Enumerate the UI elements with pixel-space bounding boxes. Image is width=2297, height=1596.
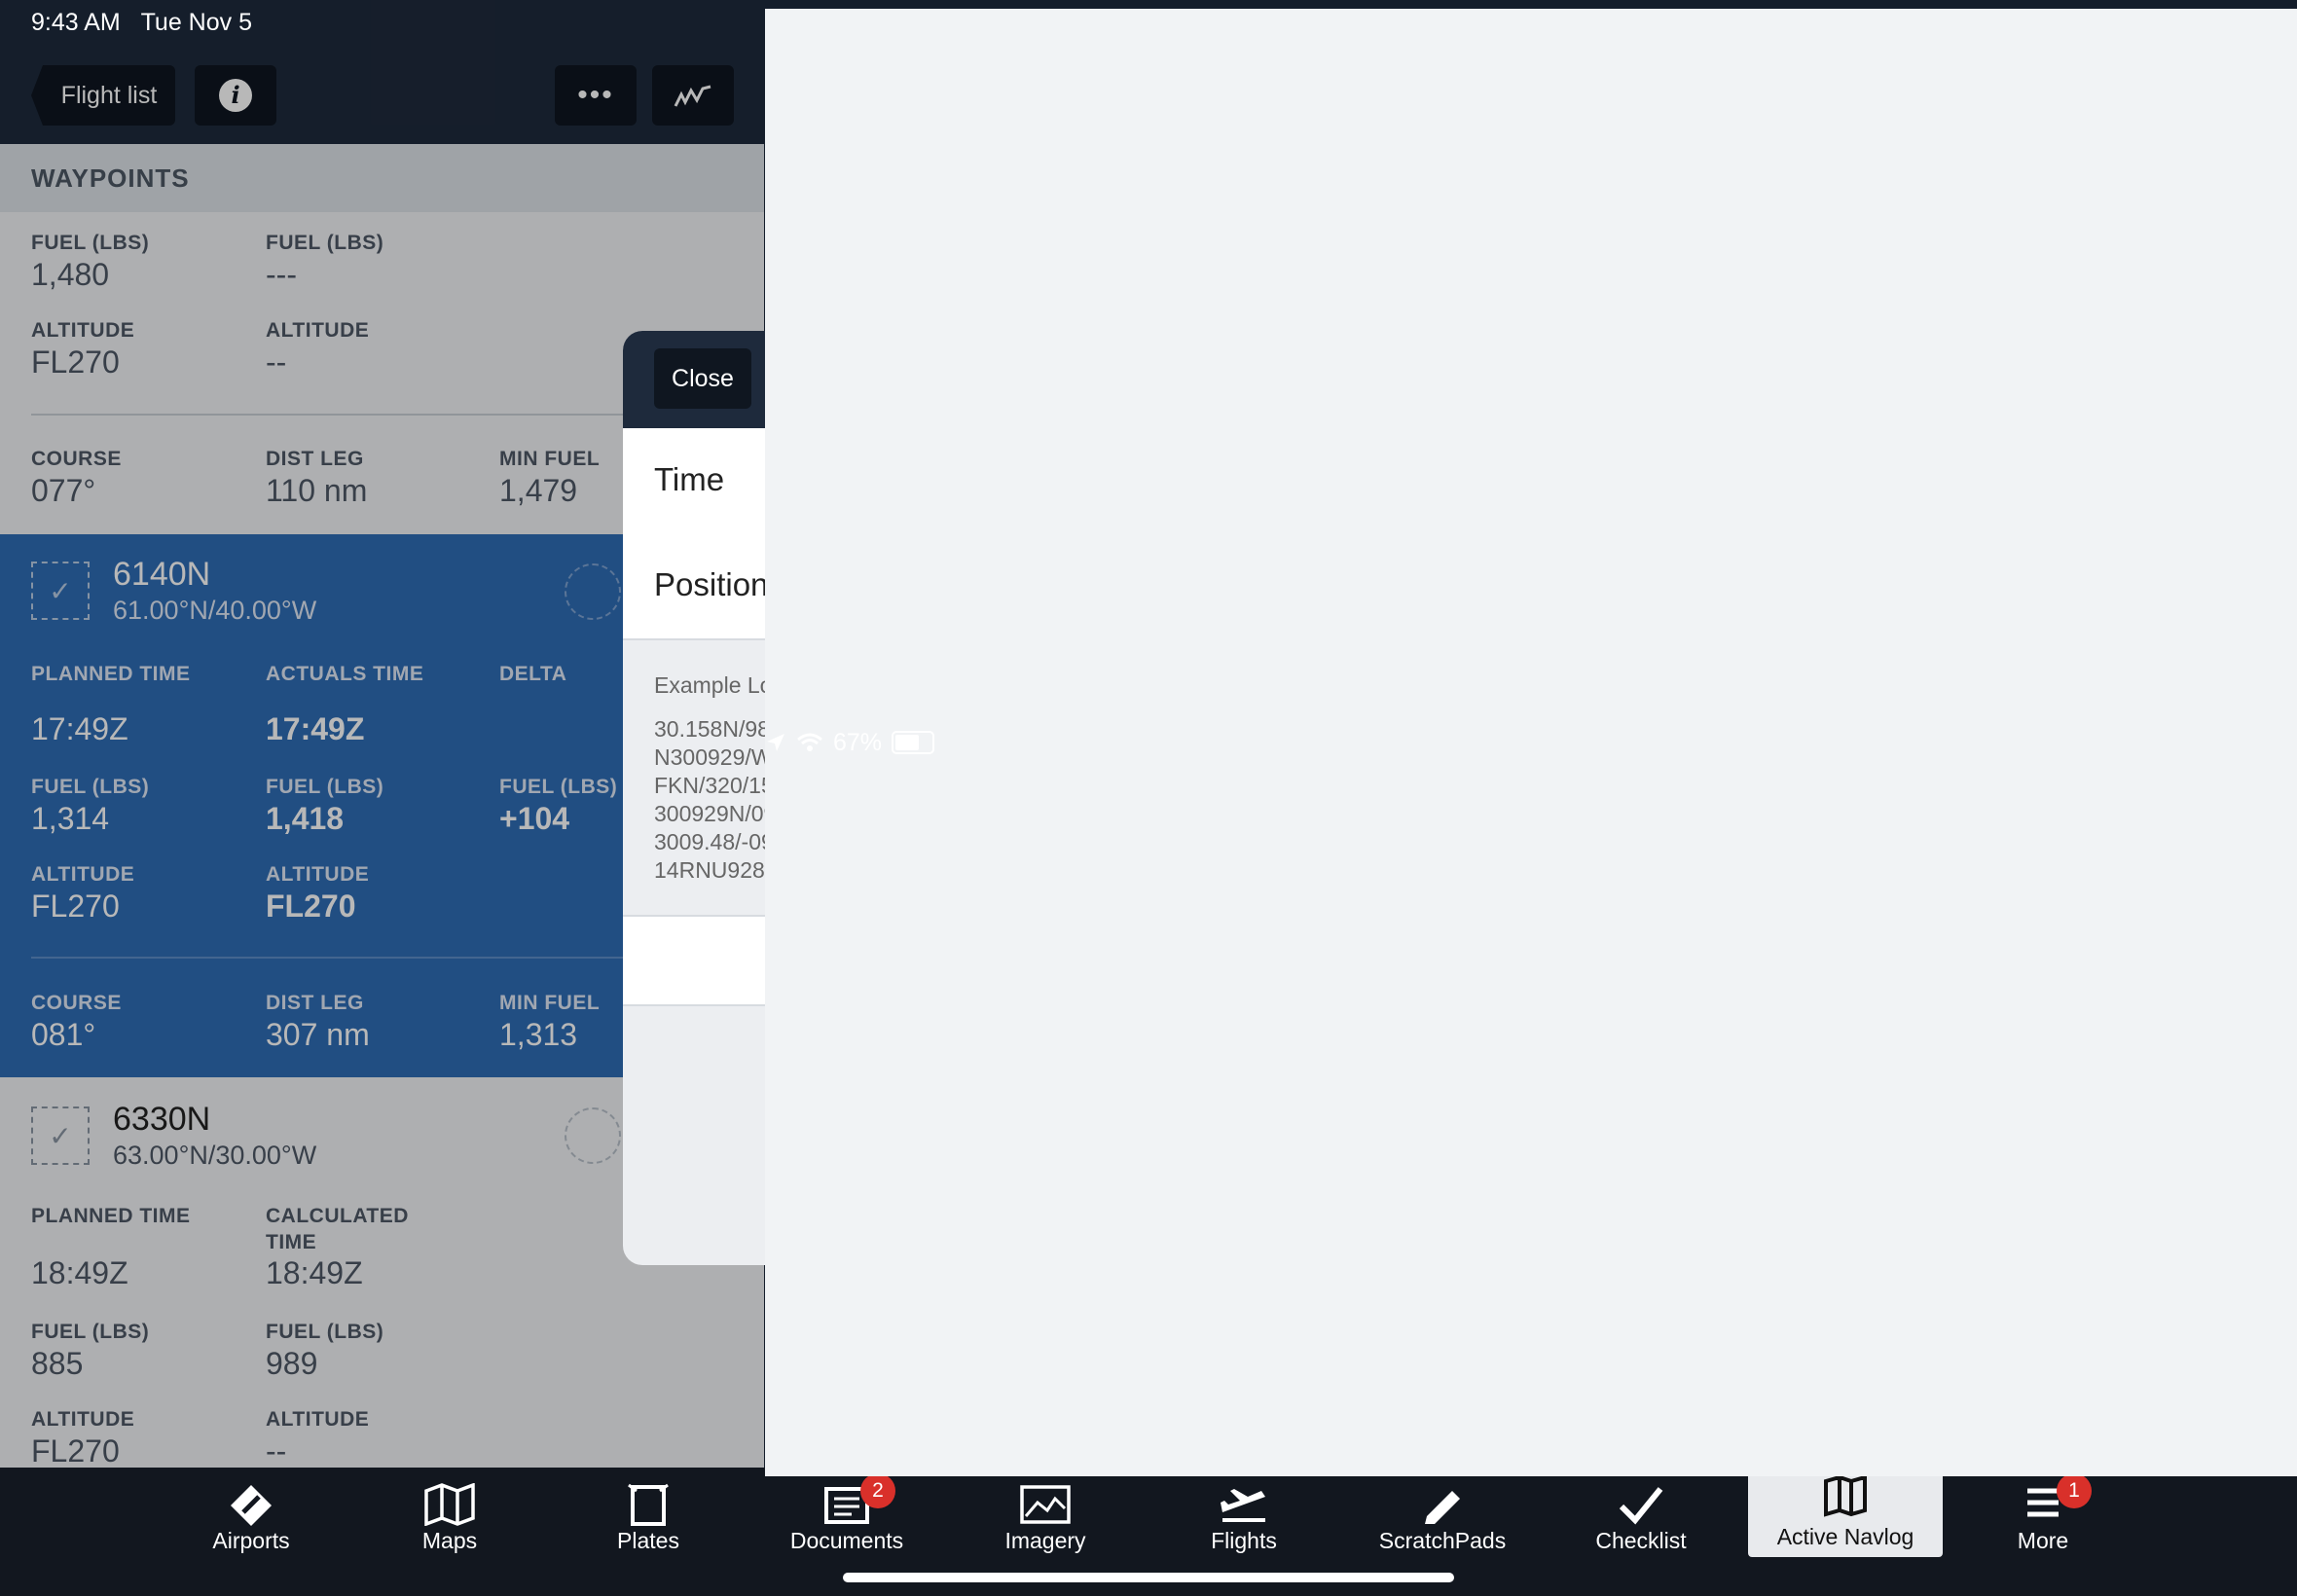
more-badge: 1	[2057, 1473, 2092, 1508]
example-item: 3009.48/-09802.16	[654, 829, 843, 854]
tab-checklist[interactable]: Checklist	[1544, 1468, 1738, 1596]
example-item: 300929N/0980210W	[654, 801, 859, 826]
gne-check-modal: Close GNE Check Time CURRENT TIME --:--Z…	[623, 331, 1674, 1265]
tab-airports[interactable]: Airports	[154, 1468, 348, 1596]
examples-title: Example Locations:	[654, 672, 850, 698]
time-label: Time	[654, 461, 725, 497]
home-indicator	[843, 1573, 1454, 1582]
example-item: N300929/W0980210	[654, 744, 859, 770]
documents-badge: 2	[860, 1473, 895, 1508]
tab-active-navlog[interactable]: Active Navlog	[1748, 1471, 1943, 1557]
current-time-button[interactable]: CURRENT TIME	[1341, 452, 1526, 512]
example-item: 14RNU928366	[654, 857, 803, 883]
tab-more[interactable]: More 1	[1946, 1468, 2140, 1596]
example-item: 30.158N/98.036W	[654, 716, 835, 742]
navlog-icon	[1748, 1474, 1943, 1529]
modal-title: GNE Check	[1050, 358, 1247, 399]
position-row: Position PRESENT POSITION --/--	[623, 533, 1674, 640]
tab-plates[interactable]: Plates	[551, 1468, 746, 1596]
record-gne-check-action[interactable]: Record GNE Check	[623, 915, 1674, 1006]
time-row: Time CURRENT TIME --:--Z	[623, 428, 1674, 535]
tab-maps[interactable]: Maps	[352, 1468, 547, 1596]
example-item: FKN/320/15	[654, 773, 774, 798]
modal-header: Close GNE Check	[623, 331, 1674, 428]
example-locations: Example Locations: 30.158N/98.036W N3009…	[654, 671, 859, 885]
present-position-button[interactable]: PRESENT POSITION	[1298, 557, 1530, 617]
more-icon	[1946, 1483, 2140, 1533]
position-label: Position	[654, 566, 769, 602]
position-value[interactable]: --/--	[1590, 568, 1641, 604]
time-value[interactable]: --:--Z	[1572, 463, 1641, 499]
tab-bar: Airports Maps Plates Documents 2 Imagery…	[0, 1468, 2297, 1596]
